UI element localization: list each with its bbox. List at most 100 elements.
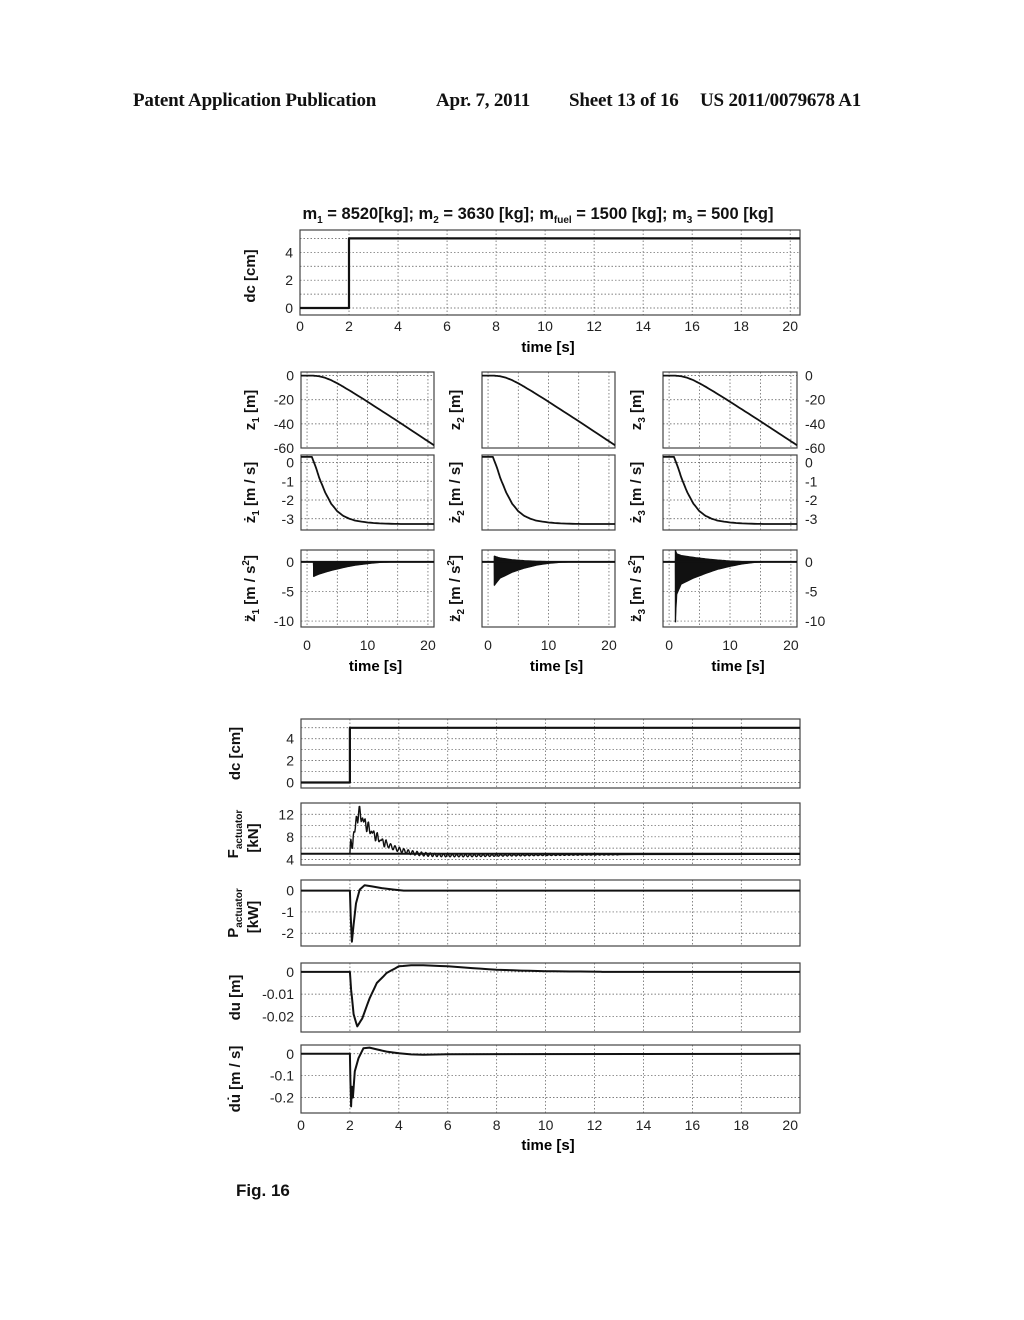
x-tick-label: 18 (734, 1117, 750, 1133)
y-tick-label: -2 (805, 492, 818, 508)
chart-low-dc: 0 2 4 dc [cm] (227, 718, 801, 791)
plot-frame (299, 229, 801, 316)
series-line (301, 964, 800, 1028)
y-axis-label: z̈3 [m / s2] (627, 555, 648, 622)
y-axis-label: z3 [m] (628, 390, 648, 431)
y-axis-label: ż2 [m / s] (447, 462, 467, 523)
x-tick-label: 10 (538, 1117, 554, 1133)
chart-z3dot: 0 -1 -2 -3 ż3 [m / s] (628, 454, 818, 531)
y-axis-label: z2 [m] (447, 390, 467, 431)
x-tick-label: 16 (685, 1117, 701, 1133)
y-tick-label: -0.02 (262, 1008, 294, 1024)
chart-z2dot: ż2 [m / s] (447, 454, 616, 531)
y-tick-label: -5 (805, 583, 818, 599)
x-tick-label: 20 (782, 1117, 798, 1133)
x-tick-label: 0 (296, 318, 304, 334)
chart-title: m1 = 8520[kg]; m2 = 3630 [kg]; mfuel = 1… (302, 205, 773, 226)
x-tick-label: 20 (782, 318, 798, 334)
plot-frame (300, 962, 801, 1033)
x-tick-label: 0 (484, 637, 492, 653)
x-tick-label: 0 (303, 637, 311, 653)
y-axis-unit: [kN] (245, 823, 262, 852)
chart-z3ddot: 0 -5 -10 z̈3 [m / s2] 0 10 20 time [s] (627, 549, 825, 675)
y-tick-label: 0 (805, 554, 813, 570)
y-axis-label: du̇ [m / s] (227, 1046, 244, 1113)
x-axis-label: time [s] (711, 658, 764, 675)
x-tick-label: 10 (541, 637, 557, 653)
x-tick-label: 10 (360, 637, 376, 653)
y-tick-label: -0.01 (262, 986, 294, 1002)
y-axis-label: z1 [m] (242, 390, 262, 431)
chart-top-dc: m1 = 8520[kg]; m2 = 3630 [kg]; mfuel = 1… (242, 205, 801, 356)
y-tick-label: -0.2 (270, 1090, 294, 1106)
x-axis-label: time [s] (521, 1137, 574, 1154)
x-tick-label: 10 (722, 637, 738, 653)
y-axis-label: ż3 [m / s] (628, 462, 648, 523)
y-axis-label: dc [cm] (242, 249, 259, 302)
x-tick-label: 6 (444, 1117, 452, 1133)
oscillation-envelope (493, 555, 616, 587)
x-tick-label: 4 (394, 318, 402, 334)
series-line (301, 726, 800, 784)
oscillation-envelope (312, 561, 435, 578)
y-tick-label: 0 (805, 368, 813, 384)
y-axis-label: z̈1 [m / s2] (241, 555, 262, 622)
y-axis-label: Factuator (225, 810, 245, 859)
x-tick-label: 20 (783, 637, 799, 653)
x-tick-label: 20 (601, 637, 617, 653)
oscillation-envelope (674, 549, 798, 623)
y-tick-label: 0 (285, 300, 293, 316)
y-axis-unit: [kW] (245, 901, 262, 934)
y-tick-label: -1 (282, 473, 295, 489)
x-tick-label: 2 (346, 1117, 354, 1133)
y-tick-label: 0 (286, 775, 294, 791)
x-tick-label: 12 (587, 1117, 603, 1133)
series-line (300, 237, 800, 310)
chart-z1ddot: 0 -5 -10 z̈1 [m / s2] 0 10 20 time [s] (241, 549, 436, 675)
y-tick-label: 4 (285, 244, 293, 260)
chart-z3: 0-20-40-60z3 [m] (628, 368, 825, 456)
figure-16: m1 = 8520[kg]; m2 = 3630 [kg]; mfuel = 1… (225, 205, 825, 1154)
y-tick-label: 0 (805, 455, 813, 471)
chart-F-actuator: 12 8 4 Factuator [kN] (225, 802, 801, 867)
y-tick-label: 0 (286, 883, 294, 899)
y-tick-label: 0 (286, 554, 294, 570)
chart-z1: 0-20-40-60z1 [m] (242, 368, 435, 456)
y-tick-label: -20 (805, 392, 825, 408)
x-tick-label: 4 (395, 1117, 403, 1133)
y-tick-label: -5 (282, 583, 295, 599)
y-axis-label: ż1 [m / s] (242, 462, 262, 523)
y-tick-label: 0 (286, 964, 294, 980)
x-tick-label: 0 (297, 1117, 305, 1133)
x-tick-label: 18 (733, 318, 749, 334)
chart-z2ddot: z̈2 [m / s2] 0 10 20 time [s] (446, 549, 617, 675)
x-axis-label: time [s] (349, 658, 402, 675)
y-tick-label: -2 (282, 925, 295, 941)
x-tick-label: 16 (684, 318, 700, 334)
plot-frame (300, 1044, 801, 1114)
y-tick-label: 12 (278, 806, 294, 822)
y-tick-label: 4 (286, 851, 294, 867)
y-axis-label: du [m] (227, 975, 244, 1021)
y-tick-label: -10 (274, 613, 294, 629)
y-tick-label: 0 (286, 368, 294, 384)
x-tick-label: 8 (492, 318, 500, 334)
chart-z1dot: 0 -1 -2 -3 ż1 [m / s] (242, 454, 435, 531)
y-tick-label: 0 (286, 455, 294, 471)
y-axis-label: z̈2 [m / s2] (446, 555, 467, 622)
x-tick-label: 10 (537, 318, 553, 334)
y-axis-label: Pactuator (225, 888, 245, 938)
y-tick-label: -0.1 (270, 1068, 294, 1084)
y-tick-label: -40 (805, 416, 825, 432)
x-tick-label: 6 (443, 318, 451, 334)
x-tick-label: 14 (635, 318, 651, 334)
x-tick-label: 8 (493, 1117, 501, 1133)
x-tick-label: 2 (345, 318, 353, 334)
chart-du-dot: 0 -0.1 -0.2 du̇ [m / s] 0 2 4 6 8 10 12 14 16 18 20 tim… (227, 1044, 801, 1154)
y-tick-label: 2 (285, 272, 293, 288)
y-tick-label: 8 (286, 829, 294, 845)
y-tick-label: -10 (805, 613, 825, 629)
y-tick-label: 4 (286, 731, 294, 747)
x-axis-label: time [s] (521, 339, 574, 356)
chart-P-actuator: 0 -1 -2 Pactuator [kW] (225, 879, 801, 947)
